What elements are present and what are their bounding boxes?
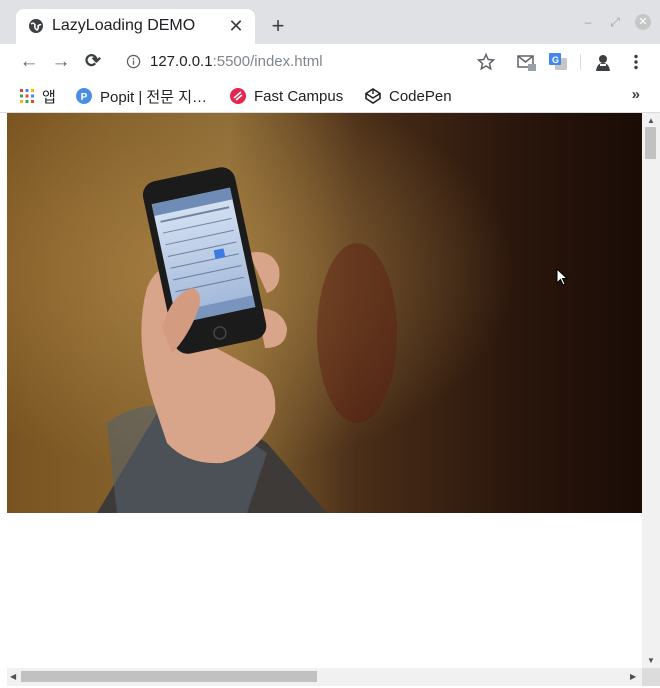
bookmarks-bar: 앱 P Popit | 전문 지… Fast Campus CodePen » [0,80,660,113]
browser-window: LazyLoading DEMO ✕ + – ⤢ ✕ ← → ⟳ 127.0.0… [0,0,660,688]
menu-icon[interactable] [626,52,646,72]
scroll-down-icon[interactable]: ▼ [647,656,655,666]
url-path: :5500/index.html [212,53,323,70]
bookmark-apps-label: 앱 [42,88,56,106]
bookmarks-overflow-icon[interactable]: » [632,86,640,103]
bookmark-apps[interactable]: 앱 [20,86,56,106]
browser-toolbar: ← → ⟳ 127.0.0.1:5500/index.html G [0,44,660,80]
bookmark-popit-label: Popit | 전문 지… [100,88,207,106]
horizontal-scroll-thumb[interactable] [21,671,317,682]
avatar-icon[interactable] [593,52,613,72]
star-icon[interactable] [476,52,496,72]
back-icon[interactable]: ← [16,49,42,75]
bookmark-fastcampus[interactable]: Fast Campus [230,86,343,106]
page-viewport [7,113,642,668]
scrollbar-corner [642,668,660,686]
reload-icon[interactable]: ⟳ [80,49,106,75]
horizontal-scrollbar[interactable]: ◀ ▶ [7,668,642,686]
svg-text:P: P [81,92,88,103]
toolbar-divider [580,54,581,70]
hero-image [7,113,642,513]
new-tab-button[interactable]: + [266,15,290,39]
scroll-left-icon[interactable]: ◀ [10,672,16,682]
popit-icon: P [76,88,92,104]
tab-title: LazyLoading DEMO [52,17,196,34]
fastcampus-icon [230,88,246,104]
bookmark-popit[interactable]: P Popit | 전문 지… [76,86,207,106]
address-bar[interactable]: 127.0.0.1:5500/index.html [150,53,323,70]
scroll-right-icon[interactable]: ▶ [630,672,636,682]
apps-grid-icon [20,89,34,103]
vertical-scrollbar[interactable]: ▲ ▼ [642,113,660,668]
info-icon[interactable] [126,54,141,69]
bookmark-codepen-label: CodePen [389,87,452,105]
vertical-scroll-thumb[interactable] [645,127,656,159]
bookmark-fastcampus-label: Fast Campus [254,87,344,105]
tab-active[interactable]: LazyLoading DEMO ✕ [16,9,255,44]
globe-icon [29,19,43,33]
svg-text:G: G [552,55,559,65]
minimize-icon[interactable]: – [580,14,596,30]
restore-icon[interactable]: ⤢ [607,14,623,30]
tab-strip: LazyLoading DEMO ✕ + – ⤢ ✕ [0,0,660,44]
tab-close-icon[interactable]: ✕ [225,15,247,37]
codepen-icon [365,88,381,104]
bookmark-codepen[interactable]: CodePen [365,86,452,106]
scroll-up-icon[interactable]: ▲ [647,116,655,126]
translate-icon[interactable]: G [548,52,568,72]
gmail-icon[interactable] [516,52,536,72]
mouse-cursor-icon [556,268,569,286]
url-host: 127.0.0.1 [150,53,213,70]
window-close-icon[interactable]: ✕ [635,14,651,30]
forward-icon[interactable]: → [48,49,74,75]
